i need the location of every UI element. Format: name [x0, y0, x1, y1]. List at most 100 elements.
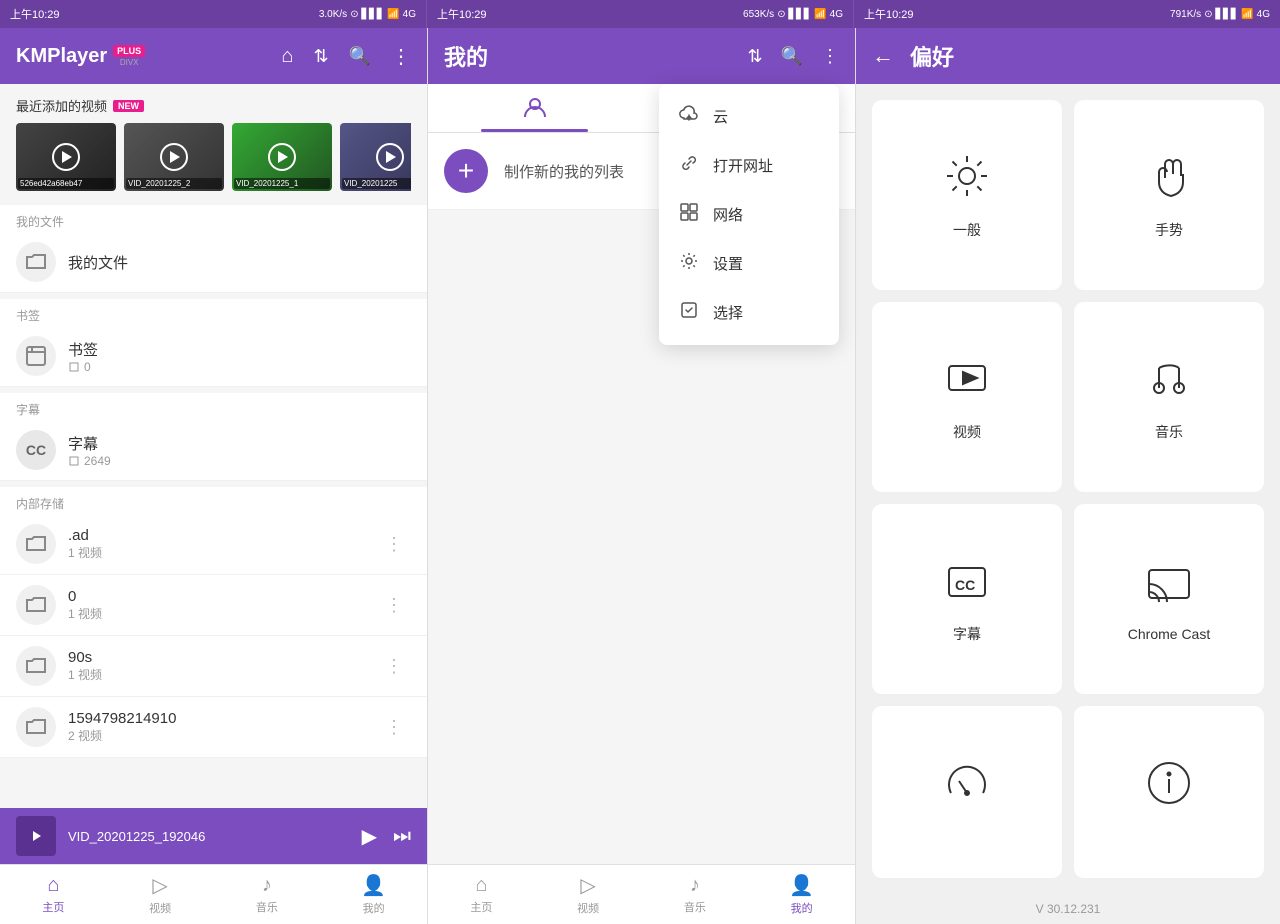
dropdown-network[interactable]: 网络	[659, 190, 839, 239]
status-bars: 上午10:29 3.0K/s ⊙ ▋▋▋ 📶 4G 上午10:29 653K/s…	[0, 0, 1280, 28]
folder-icon-0	[16, 524, 56, 564]
nav-home-label: 主页	[42, 899, 64, 915]
nav-music-label: 音乐	[256, 899, 278, 915]
video-thumb-0[interactable]: 526ed42a68eb47	[16, 123, 116, 191]
folder-item-3[interactable]: 1594798214910 2 视频 ⋮	[0, 697, 427, 758]
pref-gesture[interactable]: 手势	[1074, 100, 1264, 290]
my-files-item[interactable]: 我的文件	[0, 232, 427, 293]
mid-more-icon[interactable]: ⋮	[821, 46, 839, 67]
create-list-label: 制作新的我的列表	[504, 161, 624, 182]
play-button[interactable]: ▶	[362, 824, 377, 849]
time-1: 上午10:29	[10, 6, 60, 22]
bookmarks-item[interactable]: 书签 0	[0, 326, 427, 387]
bookmarks-sub: 0	[68, 360, 411, 374]
info-icon	[1143, 757, 1195, 815]
folder-icon-2	[16, 646, 56, 686]
folder-item-2[interactable]: 90s 1 视频 ⋮	[0, 636, 427, 697]
folder-more-1[interactable]: ⋮	[377, 591, 411, 620]
nav-music-icon: ♪	[262, 874, 272, 897]
mid-nav-video-label: 视频	[577, 900, 599, 916]
thumb-label-3: VID_20201225	[342, 178, 411, 189]
thumb-label-1: VID_20201225_2	[126, 178, 222, 189]
icons-1: 3.0K/s ⊙ ▋▋▋ 📶 4G	[319, 9, 416, 20]
pref-general[interactable]: 一般	[872, 100, 1062, 290]
select-label: 选择	[713, 302, 743, 323]
sort-icon[interactable]: ⇅	[313, 46, 328, 67]
pref-subtitle[interactable]: CC 字幕	[872, 504, 1062, 694]
files-area: 我的文件 我的文件 书签	[0, 199, 427, 758]
nav-my-icon: 👤	[361, 873, 386, 898]
status-bar-1: 上午10:29 3.0K/s ⊙ ▋▋▋ 📶 4G	[0, 0, 427, 28]
subtitles-name: 字幕	[68, 433, 411, 454]
folder-more-3[interactable]: ⋮	[377, 713, 411, 742]
mid-nav-video[interactable]: ▷ 视频	[535, 865, 642, 924]
recent-label: 最近添加的视频 NEW	[16, 96, 411, 115]
video-thumb-1[interactable]: VID_20201225_2	[124, 123, 224, 191]
chromecast-label: Chrome Cast	[1128, 626, 1210, 642]
video-thumb-2[interactable]: VID_20201225_1	[232, 123, 332, 191]
subtitles-item[interactable]: CC 字幕 2649	[0, 420, 427, 481]
nav-my[interactable]: 👤 我的	[320, 865, 427, 924]
search-icon[interactable]: 🔍	[349, 46, 371, 67]
bookmarks-name: 书签	[68, 339, 411, 360]
video-pref-label: 视频	[953, 422, 981, 442]
new-badge: NEW	[113, 100, 144, 112]
mid-nav-home[interactable]: ⌂ 主页	[428, 865, 535, 924]
nav-home[interactable]: ⌂ 主页	[0, 865, 107, 924]
folder-more-0[interactable]: ⋮	[377, 530, 411, 559]
my-files-info: 我的文件	[68, 252, 411, 273]
dropdown-url[interactable]: 打开网址	[659, 141, 839, 190]
left-header-icons: ⌂ ⇅ 🔍 ⋮	[281, 44, 411, 69]
pref-chromecast[interactable]: Chrome Cast	[1074, 504, 1264, 694]
gesture-label: 手势	[1155, 220, 1183, 240]
thumb-label-0: 526ed42a68eb47	[18, 178, 114, 189]
settings-dd-label: 设置	[713, 253, 743, 274]
create-list-button[interactable]: +	[444, 149, 488, 193]
internal-storage-header: 内部存储	[0, 481, 427, 514]
folder-info-3: 1594798214910 2 视频	[68, 710, 377, 744]
gesture-icon	[1143, 150, 1195, 208]
mid-sort-icon[interactable]: ⇅	[747, 46, 762, 67]
video-thumb-3[interactable]: VID_20201225	[340, 123, 411, 191]
mid-nav-music[interactable]: ♪ 音乐	[642, 865, 749, 924]
url-label: 打开网址	[713, 155, 773, 176]
pref-video[interactable]: 视频	[872, 302, 1062, 492]
icons-3: 791K/s ⊙ ▋▋▋ 📶 4G	[1170, 9, 1270, 20]
folder-info-1: 0 1 视频	[68, 588, 377, 622]
dropdown-menu: 云 打开网址 网络 设置	[659, 84, 839, 345]
thumb-label-2: VID_20201225_1	[234, 178, 330, 189]
folder-item-1[interactable]: 0 1 视频 ⋮	[0, 575, 427, 636]
next-button[interactable]: ⏭	[393, 825, 411, 848]
folder-more-2[interactable]: ⋮	[377, 652, 411, 681]
pref-speed[interactable]	[872, 706, 1062, 878]
dropdown-settings[interactable]: 设置	[659, 239, 839, 288]
status-bar-2: 上午10:29 653K/s ⊙ ▋▋▋ 📶 4G	[427, 0, 854, 28]
logo-divx: DIVX	[113, 58, 145, 67]
folder-icon	[16, 242, 56, 282]
bottom-nav-mid: ⌂ 主页 ▷ 视频 ♪ 音乐 👤 我的	[428, 864, 855, 924]
folder-item-0[interactable]: .ad 1 视频 ⋮	[0, 514, 427, 575]
icons-2: 653K/s ⊙ ▋▋▋ 📶 4G	[743, 9, 843, 20]
nav-music[interactable]: ♪ 音乐	[214, 865, 321, 924]
bookmarks-section-header: 书签	[0, 293, 427, 326]
general-icon	[941, 150, 993, 208]
recent-section: 最近添加的视频 NEW 526ed42a68eb47 VID_20201225_…	[0, 84, 427, 199]
back-button[interactable]: ←	[872, 43, 894, 69]
dropdown-select[interactable]: 选择	[659, 288, 839, 337]
more-icon[interactable]: ⋮	[391, 44, 411, 69]
right-header: ← 偏好	[856, 28, 1280, 84]
nav-video[interactable]: ▷ 视频	[107, 865, 214, 924]
mid-search-icon[interactable]: 🔍	[781, 46, 803, 67]
right-title: 偏好	[910, 40, 954, 72]
subtitles-info: 字幕 2649	[68, 433, 411, 468]
tab-person[interactable]	[428, 84, 642, 132]
dropdown-cloud[interactable]: 云	[659, 92, 839, 141]
left-content: 最近添加的视频 NEW 526ed42a68eb47 VID_20201225_…	[0, 84, 427, 808]
subtitle-pref-label: 字幕	[953, 624, 981, 644]
mid-nav-my[interactable]: 👤 我的	[748, 865, 855, 924]
pref-music[interactable]: 音乐	[1074, 302, 1264, 492]
pref-info[interactable]	[1074, 706, 1264, 878]
home-icon[interactable]: ⌂	[281, 45, 293, 68]
player-thumbnail	[16, 816, 56, 856]
url-icon	[679, 153, 699, 178]
